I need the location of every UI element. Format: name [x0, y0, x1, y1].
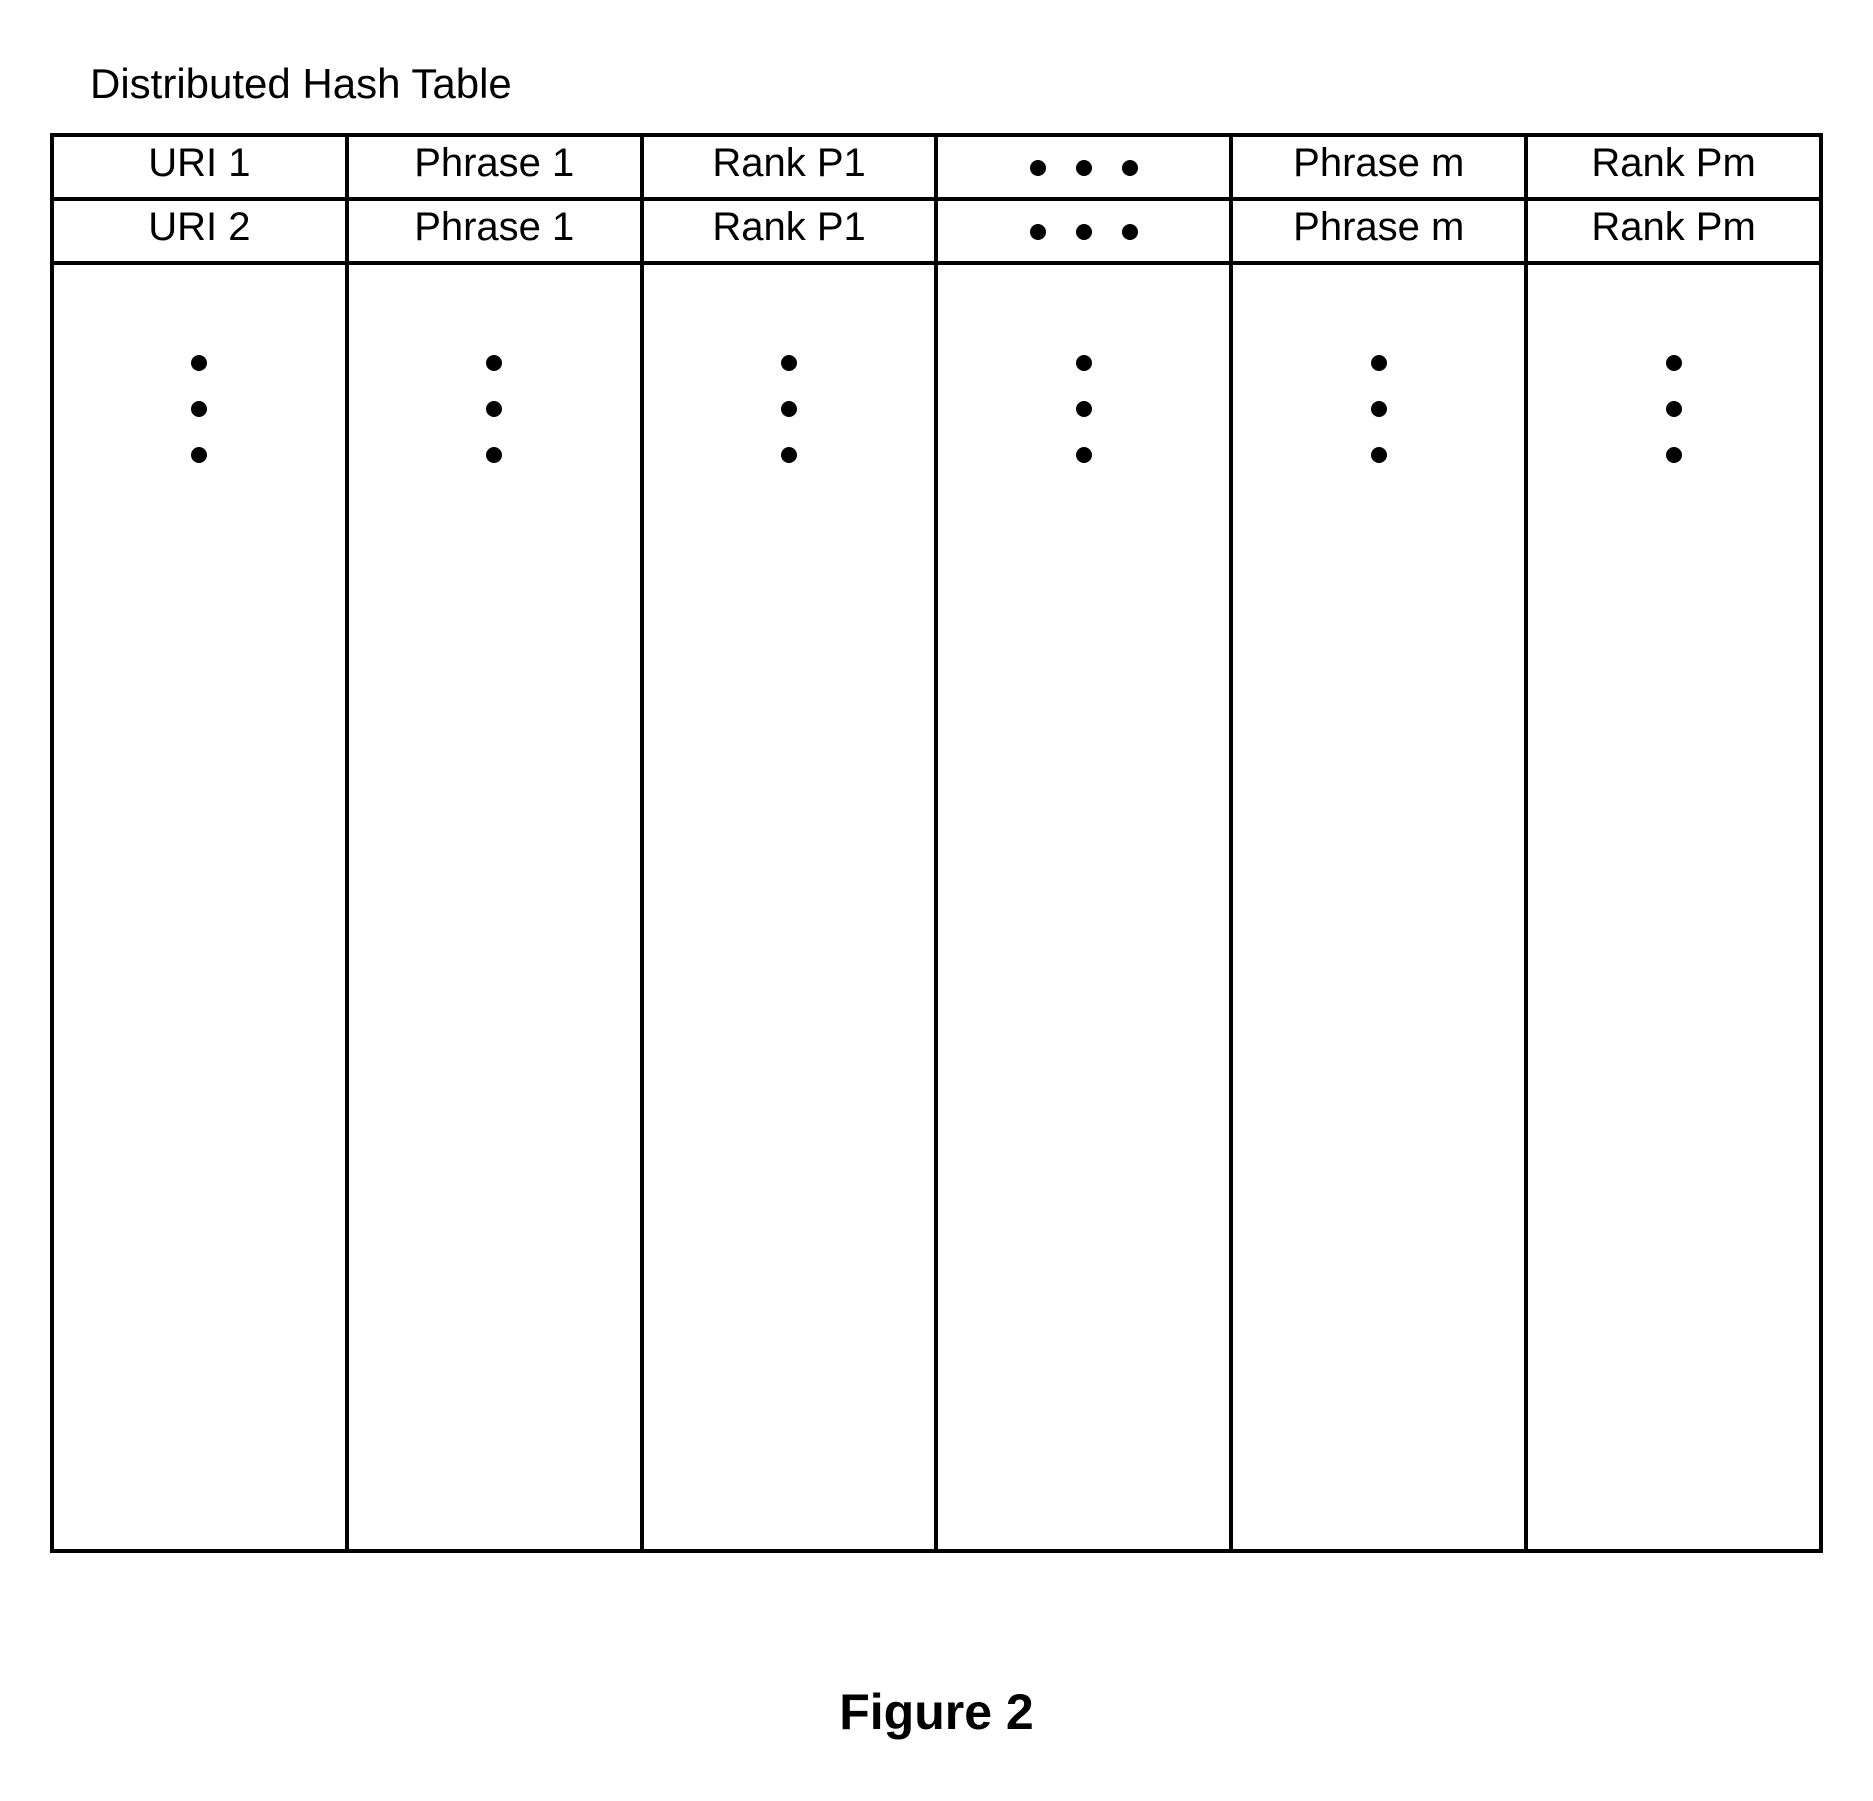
table-body-ellipsis-row: [52, 263, 1821, 1551]
vertical-ellipsis-icon: [357, 355, 632, 463]
column-ellipsis: [936, 263, 1231, 1551]
column-ellipsis: [1231, 263, 1526, 1551]
vertical-ellipsis-icon: [62, 355, 337, 463]
cell-phrase-m: Phrase m: [1231, 135, 1526, 199]
table-row: URI 2 Phrase 1 Rank P1 Phrase m Rank Pm: [52, 199, 1821, 263]
cell-ellipsis: [936, 199, 1231, 263]
hash-table: URI 1 Phrase 1 Rank P1 Phrase m Rank Pm …: [50, 133, 1823, 1553]
vertical-ellipsis-icon: [1536, 355, 1811, 463]
cell-ellipsis: [936, 135, 1231, 199]
table-row: URI 1 Phrase 1 Rank P1 Phrase m Rank Pm: [52, 135, 1821, 199]
cell-rank-pm: Rank Pm: [1526, 199, 1821, 263]
vertical-ellipsis-icon: [946, 355, 1221, 463]
horizontal-ellipsis-icon: [1030, 142, 1138, 194]
column-ellipsis: [1526, 263, 1821, 1551]
cell-rank-pm: Rank Pm: [1526, 135, 1821, 199]
column-ellipsis: [642, 263, 937, 1551]
cell-rank-p1: Rank P1: [642, 135, 937, 199]
vertical-ellipsis-icon: [652, 355, 927, 463]
cell-uri: URI 1: [52, 135, 347, 199]
vertical-ellipsis-icon: [1241, 355, 1516, 463]
cell-rank-p1: Rank P1: [642, 199, 937, 263]
cell-phrase-1: Phrase 1: [347, 199, 642, 263]
figure-caption: Figure 2: [50, 1683, 1823, 1741]
column-ellipsis: [52, 263, 347, 1551]
horizontal-ellipsis-icon: [1030, 206, 1138, 258]
cell-uri: URI 2: [52, 199, 347, 263]
column-ellipsis: [347, 263, 642, 1551]
cell-phrase-m: Phrase m: [1231, 199, 1526, 263]
cell-phrase-1: Phrase 1: [347, 135, 642, 199]
diagram-title: Distributed Hash Table: [90, 60, 1823, 108]
